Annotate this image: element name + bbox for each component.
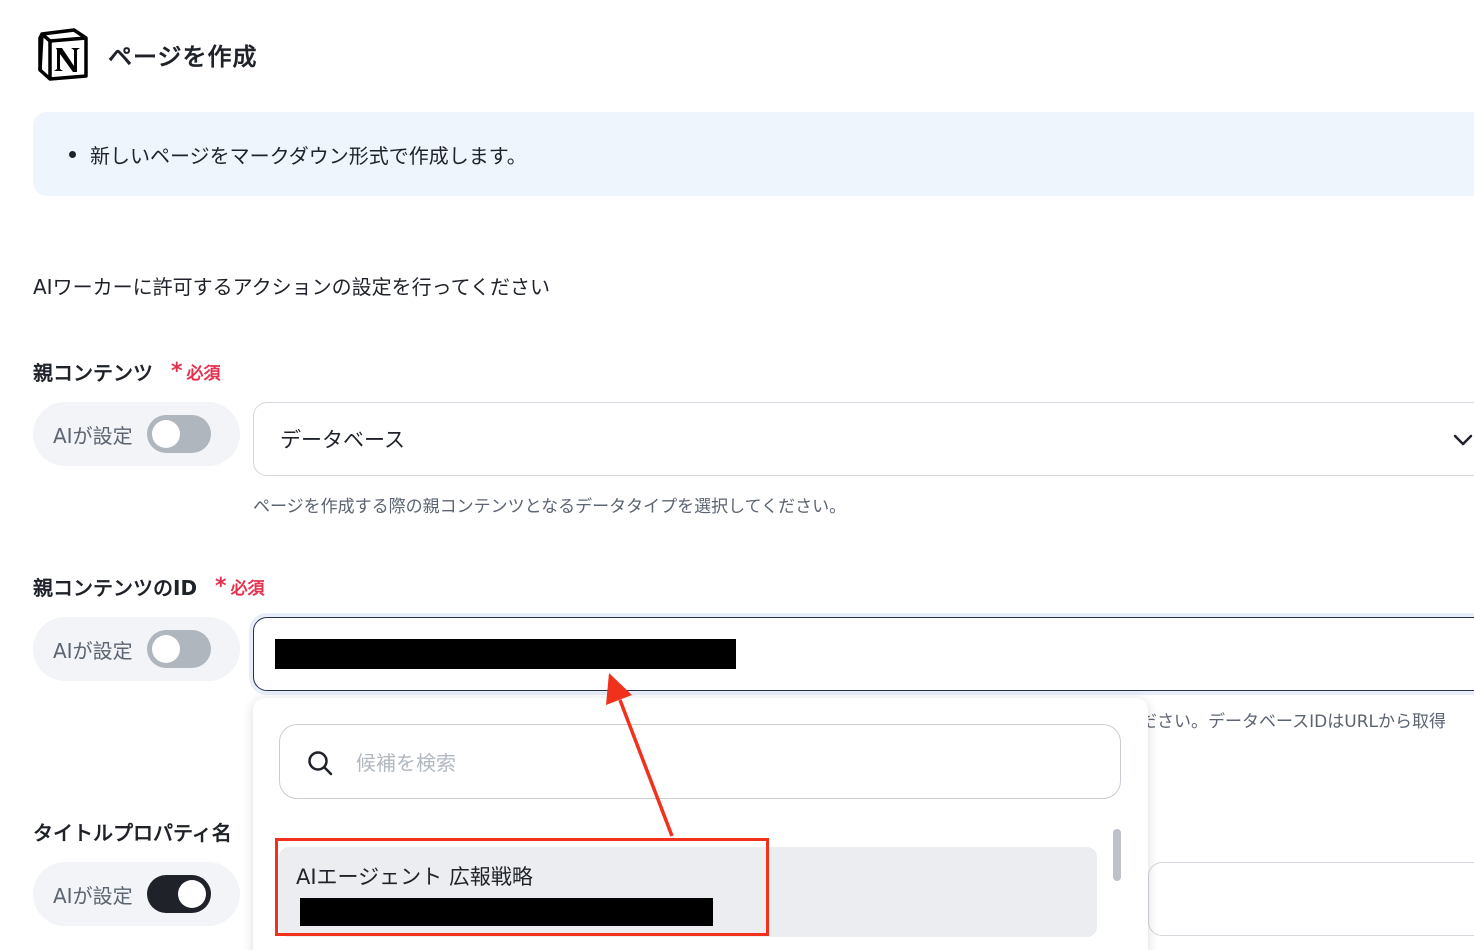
- bullet-icon: [69, 150, 76, 158]
- search-icon: [308, 751, 333, 776]
- toggle-switch[interactable]: [146, 415, 211, 453]
- ai-toggle-label: AIが設定: [53, 638, 133, 663]
- info-box: 新しいページをマークダウン形式で作成します。: [33, 112, 1474, 196]
- field-label-text: 親コンテンツ: [33, 361, 153, 385]
- field-label-parent-content: 親コンテンツ * 必須: [33, 357, 221, 386]
- toggle-knob: [151, 420, 180, 448]
- required-text: 必須: [230, 579, 265, 599]
- parent-content-id-input[interactable]: [253, 617, 1474, 691]
- required-badge: * 必須: [171, 359, 221, 384]
- required-badge: * 必須: [215, 574, 265, 599]
- ai-toggle-label: AIが設定: [53, 883, 133, 908]
- toggle-knob: [177, 880, 206, 908]
- asterisk-icon: *: [171, 358, 183, 384]
- ai-toggle-label: AIが設定: [53, 423, 133, 448]
- field-label-text: タイトルプロパティ名: [33, 821, 232, 845]
- dropdown-scrollbar[interactable]: [1113, 829, 1121, 881]
- parent-content-hint: ページを作成する際の親コンテンツとなるデータタイプを選択してください。: [253, 497, 847, 517]
- field-label-parent-content-id: 親コンテンツのID * 必須: [33, 572, 265, 601]
- highlight-annotation: [275, 838, 769, 936]
- title-property-input[interactable]: [1148, 862, 1474, 936]
- toggle-switch[interactable]: [146, 875, 211, 913]
- ai-toggle-parent-content[interactable]: AIが設定: [33, 402, 240, 466]
- page-header: ページを作成: [36, 26, 258, 82]
- field-label-text: 親コンテンツのID: [33, 576, 198, 600]
- instruction-text: AIワーカーに許可するアクションの設定を行ってください: [33, 275, 550, 299]
- toggle-knob: [151, 635, 180, 663]
- redacted-value: [275, 639, 736, 669]
- chevron-down-icon[interactable]: [1452, 432, 1474, 448]
- parent-content-id-hint: ださい。データベースIDはURLから取得: [1140, 712, 1446, 732]
- page-title: ページを作成: [108, 42, 258, 71]
- search-placeholder: 候補を検索: [356, 751, 456, 775]
- candidate-search-input[interactable]: 候補を検索: [279, 724, 1121, 799]
- notion-logo-icon: [38, 28, 88, 81]
- info-text: 新しいページをマークダウン形式で作成します。: [90, 143, 527, 168]
- asterisk-icon: *: [215, 573, 227, 599]
- required-text: 必須: [186, 364, 221, 384]
- parent-content-select[interactable]: データベース: [253, 402, 1474, 476]
- ai-toggle-title-property[interactable]: AIが設定: [33, 862, 240, 926]
- ai-toggle-parent-content-id[interactable]: AIが設定: [33, 617, 240, 681]
- toggle-switch[interactable]: [146, 630, 211, 668]
- select-value: データベース: [280, 428, 405, 452]
- field-label-title-property: タイトルプロパティ名: [33, 817, 232, 846]
